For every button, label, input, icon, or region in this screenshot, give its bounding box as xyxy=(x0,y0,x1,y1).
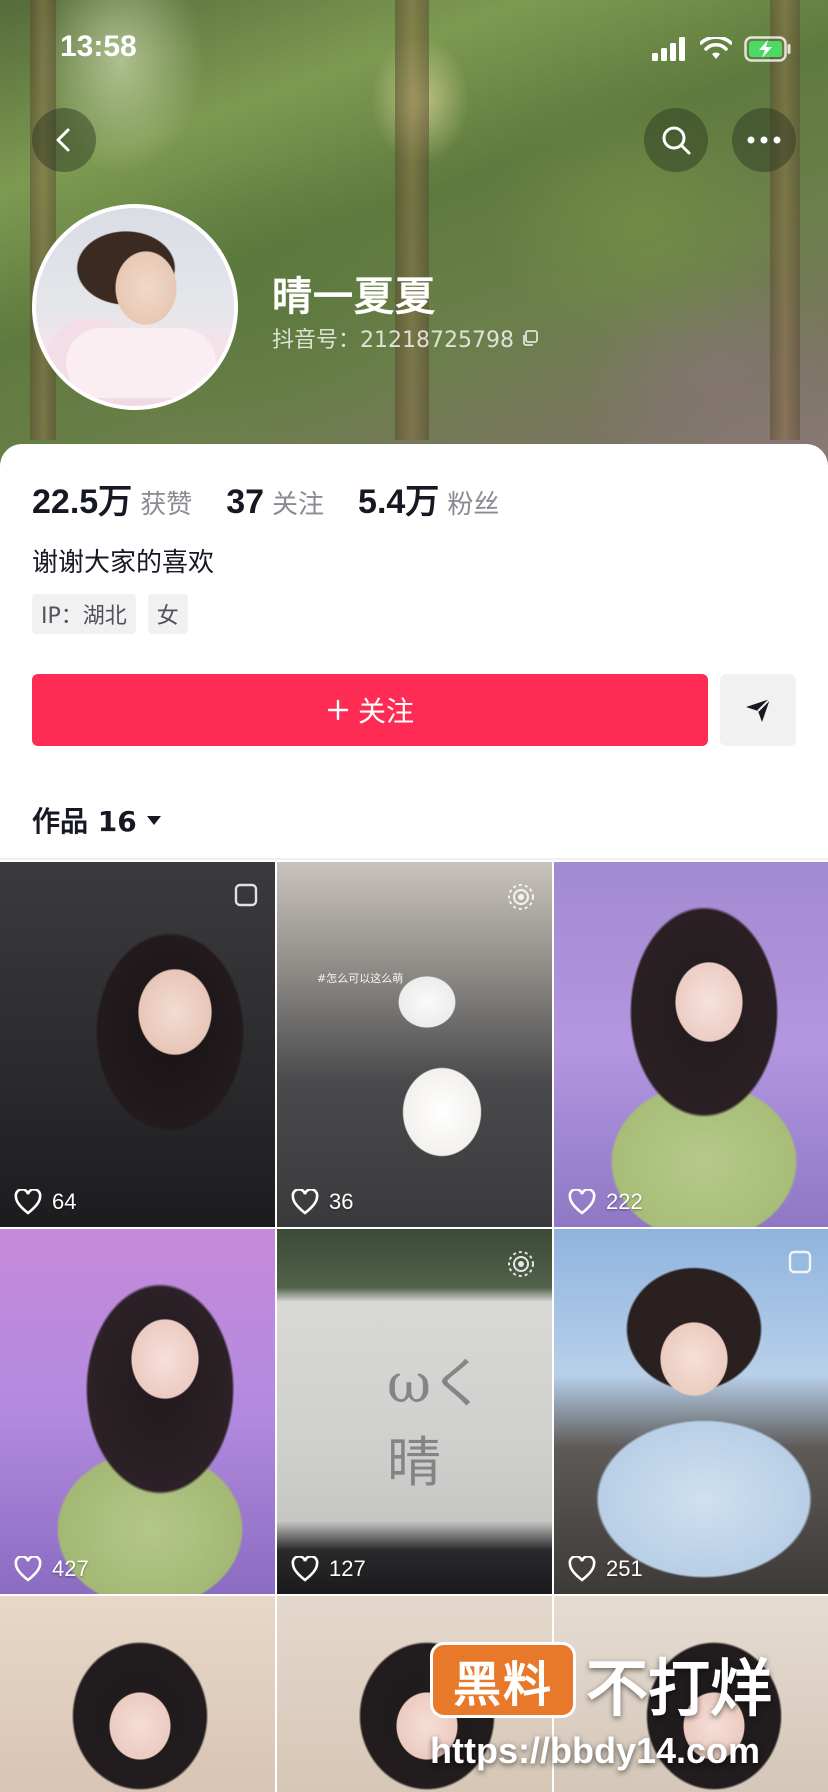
video-likes: 222 xyxy=(568,1189,643,1215)
status-bar: 13:58 xyxy=(0,0,828,96)
status-time: 13:58 xyxy=(60,30,137,63)
douyin-id-text: 抖音号：21218725798 xyxy=(272,328,514,353)
video-likes-count: 127 xyxy=(329,1556,366,1581)
video-tile[interactable]: 64 xyxy=(0,862,275,1227)
heart-icon xyxy=(291,1189,319,1215)
follow-button-label: 关注 xyxy=(357,695,414,728)
profile-name: 晴一夏夏 xyxy=(272,274,436,320)
plus-icon xyxy=(327,699,349,721)
more-button[interactable] xyxy=(732,108,796,172)
stat-label: 获赞 xyxy=(140,490,193,520)
search-icon xyxy=(662,126,691,155)
tab-works[interactable]: 作品 16 xyxy=(32,800,163,840)
chevron-left-icon xyxy=(56,128,70,152)
heart-icon xyxy=(568,1189,596,1215)
douyin-id[interactable]: 抖音号：21218725798 xyxy=(272,322,540,354)
live-photo-icon xyxy=(508,1251,534,1277)
tab-works-label: 作品 16 xyxy=(32,805,137,838)
video-likes: 127 xyxy=(291,1556,366,1582)
stat-following[interactable]: 37 关注 xyxy=(226,483,324,522)
video-tile[interactable]: #怎么可以这么萌 36 xyxy=(277,862,552,1227)
video-likes-count: 222 xyxy=(606,1189,643,1214)
wifi-icon xyxy=(700,37,732,59)
video-tile[interactable]: 427 xyxy=(0,1229,275,1594)
copy-icon[interactable] xyxy=(520,328,540,348)
watermark-logo: 黑料 xyxy=(430,1642,576,1718)
send-icon xyxy=(746,698,771,722)
status-icons xyxy=(652,36,792,62)
search-button[interactable] xyxy=(644,108,708,172)
avatar-image-part xyxy=(66,328,216,398)
stat-value: 37 xyxy=(226,483,265,521)
profile-bio: 谢谢大家的喜欢 xyxy=(32,548,215,578)
battery-charging-icon xyxy=(744,36,791,62)
live-photo-icon xyxy=(508,884,534,910)
avatar[interactable] xyxy=(32,204,238,410)
follow-button[interactable]: 关注 xyxy=(32,674,708,746)
pinned-icon xyxy=(234,883,258,907)
stat-value: 5.4万 xyxy=(358,483,440,521)
video-caption: #怎么可以这么萌 xyxy=(317,972,404,985)
video-likes: 36 xyxy=(291,1189,353,1215)
video-likes-count: 427 xyxy=(52,1556,89,1581)
profile-tags: IP：湖北 女 xyxy=(32,594,188,634)
video-likes-count: 36 xyxy=(329,1189,354,1214)
video-tile[interactable]: ωく 晴 127 xyxy=(277,1229,552,1594)
stat-label: 关注 xyxy=(272,490,325,520)
stats-row: 22.5万 获赞 37 关注 5.4万 粉丝 xyxy=(32,474,533,523)
video-likes: 64 xyxy=(14,1189,76,1215)
watermark: 黑料 不打烊 https://bbdy14.com xyxy=(430,1638,810,1788)
stat-likes[interactable]: 22.5万 获赞 xyxy=(32,474,192,523)
tag-ip-location: IP：湖北 xyxy=(32,594,136,634)
signal-icon xyxy=(652,37,685,61)
message-button[interactable] xyxy=(720,674,796,746)
tab-divider xyxy=(0,858,828,860)
video-tile[interactable]: 251 xyxy=(554,1229,828,1594)
video-snow-text: ωく 晴 xyxy=(387,1352,486,1494)
watermark-url: https://bbdy14.com xyxy=(430,1730,761,1771)
pinned-icon xyxy=(788,1250,812,1274)
video-likes: 427 xyxy=(14,1556,89,1582)
stat-followers[interactable]: 5.4万 粉丝 xyxy=(358,474,499,523)
watermark-title: 不打烊 xyxy=(586,1652,773,1725)
caret-down-icon xyxy=(146,816,161,825)
stat-label: 粉丝 xyxy=(447,490,500,520)
video-tile[interactable] xyxy=(0,1596,275,1792)
more-dots-icon xyxy=(747,136,781,144)
video-likes-count: 251 xyxy=(606,1556,643,1581)
tag-gender: 女 xyxy=(147,594,188,634)
heart-icon xyxy=(14,1189,42,1215)
back-button[interactable] xyxy=(32,108,96,172)
video-likes-count: 64 xyxy=(52,1189,77,1214)
heart-icon xyxy=(14,1556,42,1582)
stat-value: 22.5万 xyxy=(32,483,133,521)
video-likes: 251 xyxy=(568,1556,643,1582)
video-tile[interactable]: 222 xyxy=(554,862,828,1227)
heart-icon xyxy=(568,1556,596,1582)
heart-icon xyxy=(291,1556,319,1582)
